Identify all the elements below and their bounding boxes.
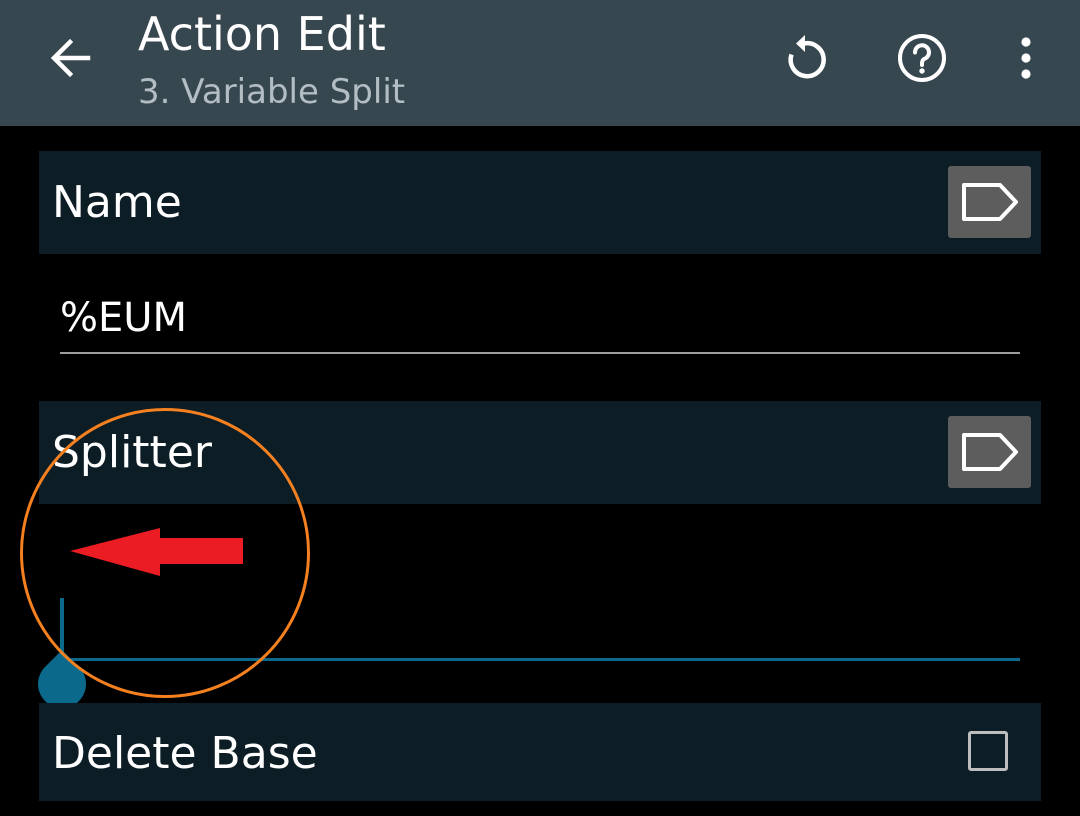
app-bar: Action Edit 3. Variable Split — [0, 0, 1080, 126]
help-button[interactable] — [886, 22, 958, 94]
page-title: Action Edit — [138, 7, 386, 61]
name-section-header: Name — [39, 151, 1041, 254]
label-tag-icon — [961, 433, 1018, 471]
annotation-arrow-icon — [70, 528, 243, 576]
reset-button[interactable] — [768, 22, 840, 94]
help-icon — [898, 34, 946, 82]
delete-base-checkbox[interactable] — [968, 731, 1008, 771]
more-vert-icon — [1021, 37, 1031, 79]
delete-base-label: Delete Base — [52, 728, 318, 779]
back-button[interactable] — [30, 22, 110, 94]
page-subtitle: 3. Variable Split — [138, 72, 406, 112]
delete-base-row: Delete Base — [39, 703, 1041, 801]
name-label: Name — [52, 177, 182, 228]
reset-icon — [788, 35, 826, 79]
name-input-value: %EUM — [60, 295, 188, 341]
arrow-back-icon — [50, 38, 91, 78]
more-options-button[interactable] — [990, 22, 1062, 94]
label-tag-icon — [961, 183, 1018, 221]
action-edit-screen: Action Edit 3. Variable Split Name %EUM … — [0, 0, 1080, 816]
splitter-variable-tag-button[interactable] — [948, 416, 1031, 488]
name-input-field[interactable]: %EUM — [60, 282, 1020, 354]
name-variable-tag-button[interactable] — [948, 166, 1031, 238]
